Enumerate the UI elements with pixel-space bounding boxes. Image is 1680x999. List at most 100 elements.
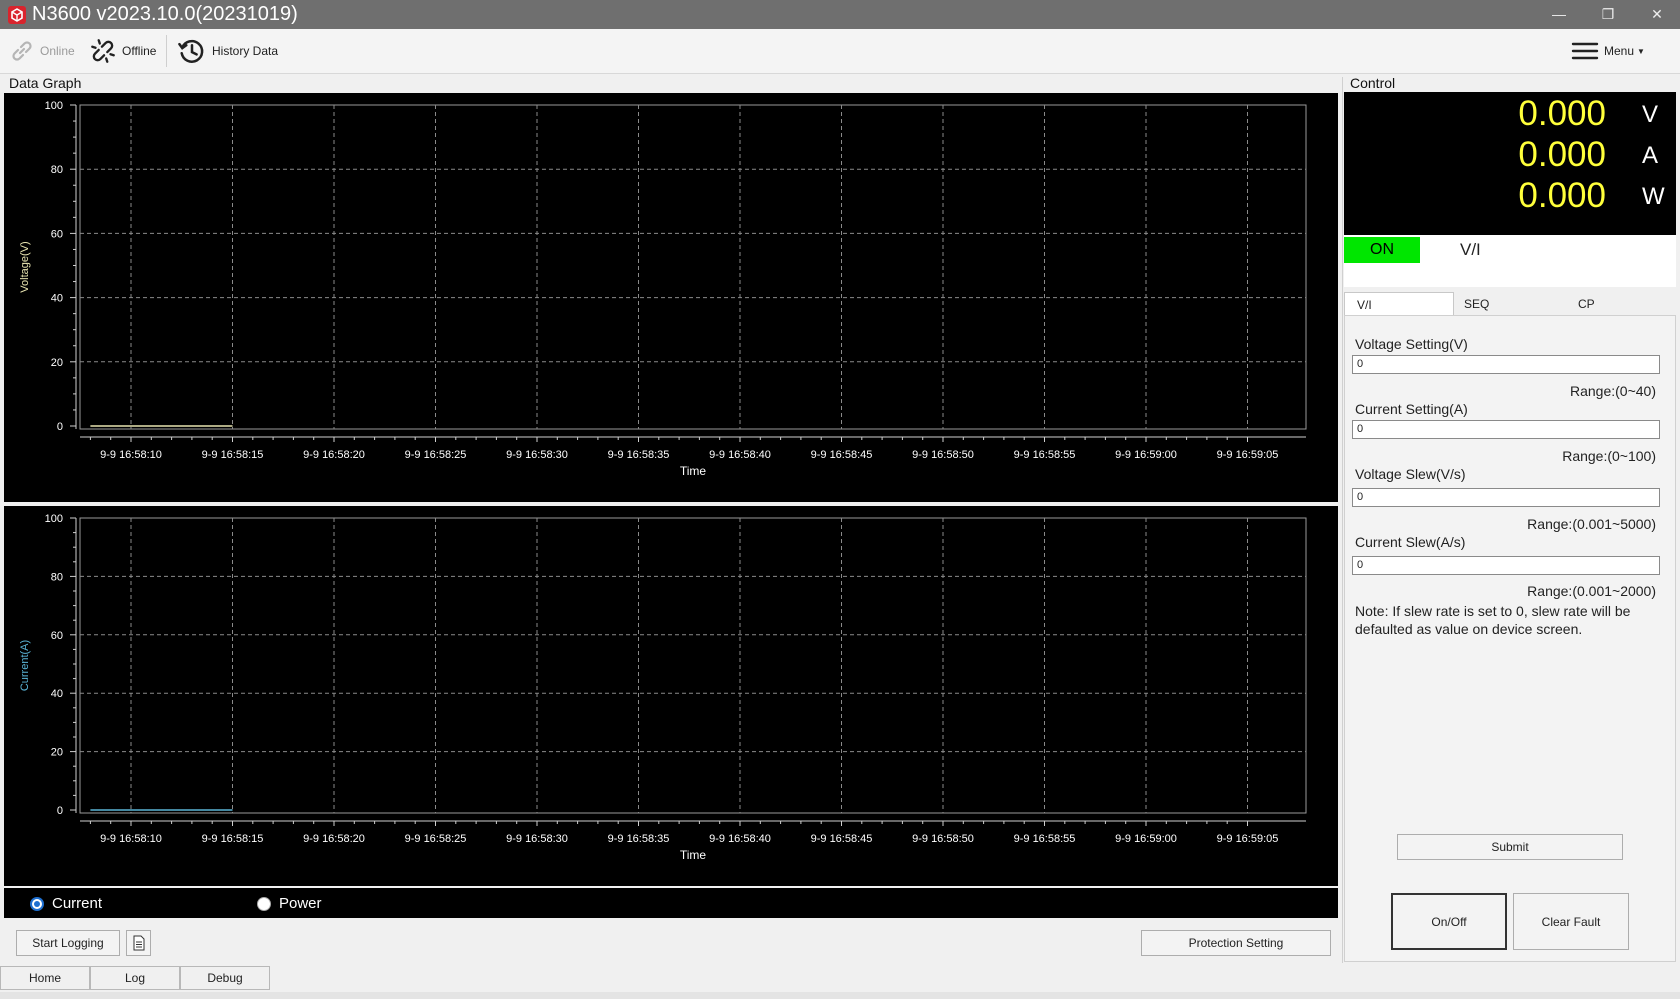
- y-axis-title: Current(A): [19, 640, 31, 691]
- voltage-chart: 100 80 60 40 20 0 9-9 16:58:10 9-9 16:58:15 9-9 …: [19, 100, 1307, 478]
- radio-unselected-icon: [257, 896, 271, 911]
- voltage-slew-label: Voltage Slew(V/s): [1355, 466, 1466, 482]
- x-tick-label: 9-9 16:58:30: [506, 833, 568, 845]
- x-tick-label: 9-9 16:58:40: [709, 833, 771, 845]
- close-button[interactable]: ✕: [1634, 0, 1680, 29]
- submit-button[interactable]: Submit: [1397, 834, 1623, 860]
- y-tick-label: 40: [51, 688, 63, 700]
- x-tick-label: 9-9 16:58:25: [405, 833, 467, 845]
- y-tick-label: 100: [45, 100, 63, 112]
- power-radio[interactable]: Power: [257, 895, 322, 912]
- x-axis-title: Time: [680, 848, 707, 862]
- x-tick-label: 9-9 16:58:45: [811, 833, 873, 845]
- current-setting-label: Current Setting(A): [1355, 401, 1468, 417]
- clear-fault-button[interactable]: Clear Fault: [1513, 893, 1629, 950]
- broken-link-icon: [91, 39, 115, 63]
- y-tick-label: 100: [45, 513, 63, 525]
- y-tick-label: 20: [51, 357, 63, 369]
- current-setting-input[interactable]: 0: [1352, 420, 1660, 439]
- x-tick-label: 9-9 16:59:00: [1115, 449, 1177, 461]
- x-tick-label: 9-9 16:58:10: [100, 449, 162, 461]
- link-icon: [12, 41, 32, 61]
- tab-vi[interactable]: V/I: [1344, 292, 1454, 316]
- protection-setting-button[interactable]: Protection Setting: [1141, 930, 1331, 956]
- voltage-graph: 100 80 60 40 20 0 9-9 16:58:10 9-9 16:58:15 9-9 …: [4, 93, 1338, 502]
- menu-label: Menu: [1604, 44, 1635, 58]
- x-tick-label: 9-9 16:58:20: [303, 449, 365, 461]
- current-unit: A: [1642, 142, 1659, 169]
- log-file-button[interactable]: [126, 930, 151, 956]
- y-tick-label: 80: [51, 164, 63, 176]
- voltage-slew-range: Range:(0.001~5000): [1527, 516, 1656, 532]
- minimize-button[interactable]: —: [1536, 0, 1582, 29]
- readout-display: 0.000 V 0.000 A 0.000 W: [1344, 92, 1676, 235]
- document-icon: [133, 935, 144, 951]
- power-unit: W: [1642, 183, 1665, 210]
- x-tick-label: 9-9 16:58:20: [303, 833, 365, 845]
- on-off-button[interactable]: On/Off: [1391, 893, 1507, 950]
- y-tick-label: 0: [57, 805, 63, 817]
- window-title: N3600 v2023.10.0(20231019): [32, 3, 298, 25]
- status-row: ON V/I: [1344, 235, 1676, 287]
- x-tick-label: 9-9 16:59:05: [1217, 449, 1279, 461]
- x-tick-label: 9-9 16:58:15: [202, 449, 264, 461]
- plot-frame: [79, 517, 1307, 814]
- x-tick-label: 9-9 16:59:05: [1217, 833, 1279, 845]
- voltage-setting-input[interactable]: 0: [1352, 355, 1660, 374]
- start-logging-button[interactable]: Start Logging: [16, 930, 120, 956]
- voltage-slew-input[interactable]: 0: [1352, 488, 1660, 507]
- x-tick-label: 9-9 16:58:10: [100, 833, 162, 845]
- chevron-down-icon: ▼: [1637, 46, 1645, 56]
- menu-button[interactable]: Menu ▼: [1570, 35, 1645, 67]
- hamburger-icon: [1571, 42, 1599, 60]
- output-status-badge: ON: [1344, 237, 1420, 263]
- data-graph-title: Data Graph: [9, 75, 82, 91]
- slew-note: Note: If slew rate is set to 0, slew rat…: [1355, 603, 1631, 637]
- plot-frame: [79, 104, 1307, 430]
- current-graph: 100 80 60 40 20 0 9-9 16:58:10 9-9 16:58:15 9-9 …: [4, 506, 1338, 886]
- current-slew-label: Current Slew(A/s): [1355, 534, 1466, 550]
- tab-seq[interactable]: SEQ: [1452, 292, 1562, 316]
- x-tick-label: 9-9 16:58:50: [912, 449, 974, 461]
- tab-home[interactable]: Home: [0, 966, 90, 990]
- tab-cp[interactable]: CP: [1566, 292, 1676, 316]
- tab-debug[interactable]: Debug: [180, 966, 270, 990]
- current-radio[interactable]: Current: [30, 895, 102, 912]
- app-logo-icon: [8, 6, 26, 24]
- x-tick-label: 9-9 16:59:00: [1115, 833, 1177, 845]
- voltage-range: Range:(0~40): [1569, 383, 1656, 399]
- y-tick-label: 0: [57, 421, 63, 433]
- y-tick-label: 60: [51, 630, 63, 642]
- history-icon: [178, 39, 204, 63]
- tab-log[interactable]: Log: [90, 966, 180, 990]
- current-radio-label: Current: [52, 895, 103, 912]
- power-readout: 0.000: [1518, 176, 1606, 215]
- x-tick-label: 9-9 16:58:25: [405, 449, 467, 461]
- online-label: Online: [40, 44, 75, 58]
- voltage-setting-label: Voltage Setting(V): [1355, 336, 1468, 352]
- title-bar: N3600 v2023.10.0(20231019) — ❐ ✕: [0, 0, 1680, 29]
- restore-button[interactable]: ❐: [1585, 0, 1631, 29]
- current-chart: 100 80 60 40 20 0 9-9 16:58:10 9-9 16:58:15 9-9 …: [19, 513, 1307, 862]
- online-button[interactable]: Online: [8, 35, 75, 67]
- voltage-unit: V: [1642, 101, 1659, 128]
- toolbar-divider: [166, 35, 167, 67]
- x-tick-label: 9-9 16:58:55: [1014, 833, 1076, 845]
- control-title: Control: [1350, 75, 1396, 91]
- current-readout: 0.000: [1518, 135, 1606, 174]
- y-tick-label: 40: [51, 293, 63, 305]
- x-tick-label: 9-9 16:58:35: [608, 449, 670, 461]
- toolbar: Online Offline History Data Menu ▼: [0, 29, 1680, 74]
- history-data-button[interactable]: History Data: [176, 35, 278, 67]
- current-range: Range:(0~100): [1562, 448, 1656, 464]
- y-axis-title: Voltage(V): [19, 241, 31, 292]
- current-slew-range: Range:(0.001~2000): [1527, 583, 1656, 599]
- offline-button[interactable]: Offline: [88, 35, 156, 67]
- x-tick-label: 9-9 16:58:45: [811, 449, 873, 461]
- x-tick-label: 9-9 16:58:15: [202, 833, 264, 845]
- voltage-readout: 0.000: [1518, 94, 1606, 133]
- x-tick-label: 9-9 16:58:50: [912, 833, 974, 845]
- current-slew-input[interactable]: 0: [1352, 556, 1660, 575]
- offline-label: Offline: [122, 44, 157, 58]
- x-tick-label: 9-9 16:58:55: [1014, 449, 1076, 461]
